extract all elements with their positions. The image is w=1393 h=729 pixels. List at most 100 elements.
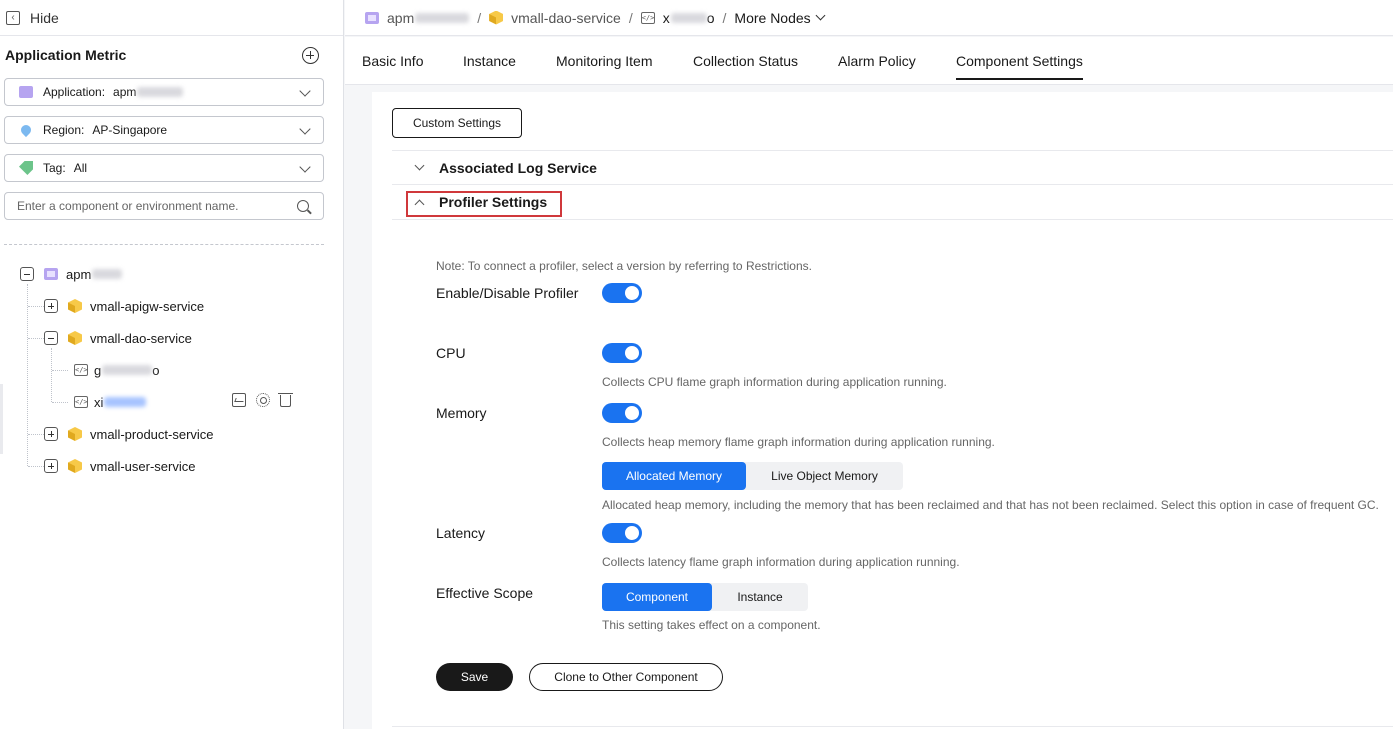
application-icon bbox=[365, 11, 379, 24]
save-button[interactable]: Save bbox=[436, 663, 513, 691]
cpu-toggle[interactable] bbox=[602, 343, 642, 363]
breadcrumb-service-label: vmall-dao-service bbox=[511, 9, 621, 26]
latency-label: Latency bbox=[436, 525, 486, 541]
tree-guide-line bbox=[52, 370, 68, 371]
service-cube-icon bbox=[489, 10, 504, 25]
expand-icon[interactable] bbox=[44, 299, 58, 313]
service-cube-icon bbox=[68, 459, 82, 473]
region-select-label: Region: bbox=[43, 123, 85, 137]
sidebar: ‹ Hide Application Metric Application: a… bbox=[0, 0, 344, 729]
tree-row-actions bbox=[232, 393, 293, 407]
tag-select[interactable]: Tag: All bbox=[4, 154, 324, 182]
effective-scope-label: Effective Scope bbox=[436, 585, 534, 601]
breadcrumb-service[interactable]: vmall-dao-service bbox=[489, 10, 621, 26]
tree-node-service[interactable]: vmall-product-service bbox=[44, 422, 214, 446]
collapse-icon[interactable] bbox=[44, 331, 58, 345]
tree-guide-line bbox=[28, 338, 44, 339]
redacted-text bbox=[137, 87, 184, 97]
chevron-down-icon bbox=[414, 160, 425, 171]
memory-label: Memory bbox=[436, 405, 487, 421]
monitor-icon[interactable] bbox=[232, 393, 246, 407]
memory-toggle[interactable] bbox=[602, 403, 642, 423]
tag-icon bbox=[19, 161, 33, 175]
scope-instance-option[interactable]: Instance bbox=[712, 583, 808, 611]
latency-toggle[interactable] bbox=[602, 523, 642, 543]
breadcrumb-app[interactable]: apm bbox=[365, 10, 470, 26]
tree-guide-line bbox=[52, 402, 68, 403]
custom-settings-button[interactable]: Custom Settings bbox=[392, 108, 522, 138]
effective-scope-selector: Component Instance bbox=[602, 583, 808, 611]
component-search-input[interactable] bbox=[5, 193, 285, 219]
application-icon bbox=[44, 268, 58, 280]
expand-icon[interactable] bbox=[44, 459, 58, 473]
clone-to-other-component-button[interactable]: Clone to Other Component bbox=[529, 663, 723, 691]
breadcrumb-separator: / bbox=[477, 9, 482, 26]
application-select[interactable]: Application: apm bbox=[4, 78, 324, 106]
tree-node-service[interactable]: vmall-dao-service bbox=[44, 326, 192, 350]
chevron-down-icon bbox=[299, 161, 311, 173]
collapse-left-icon: ‹ bbox=[6, 10, 20, 25]
search-icon[interactable] bbox=[297, 200, 309, 212]
redacted-text bbox=[102, 365, 153, 375]
breadcrumb-separator: / bbox=[628, 9, 633, 26]
location-pin-icon bbox=[18, 122, 34, 138]
tab-component-settings[interactable]: Component Settings bbox=[956, 37, 1083, 85]
enable-profiler-label: Enable/Disable Profiler bbox=[436, 285, 579, 301]
redacted-text bbox=[92, 269, 123, 279]
region-select[interactable]: Region: AP-Singapore bbox=[4, 116, 324, 144]
service-cube-icon bbox=[68, 427, 82, 441]
divider bbox=[392, 726, 1393, 727]
associated-log-section-header[interactable]: Associated Log Service bbox=[392, 150, 1393, 185]
breadcrumb-env-label: x bbox=[662, 9, 670, 26]
tree-node-label: g bbox=[94, 362, 102, 378]
gear-icon[interactable] bbox=[256, 393, 270, 407]
breadcrumb-environment[interactable]: </> x o bbox=[640, 9, 715, 26]
resize-handle[interactable] bbox=[0, 384, 3, 454]
expand-icon[interactable] bbox=[44, 427, 58, 441]
highlight-box bbox=[406, 191, 562, 217]
allocated-memory-option[interactable]: Allocated Memory bbox=[602, 462, 746, 490]
tab-collection-status[interactable]: Collection Status bbox=[693, 37, 798, 85]
scope-component-option[interactable]: Component bbox=[602, 583, 712, 611]
cpu-label: CPU bbox=[436, 345, 466, 361]
more-nodes-dropdown[interactable]: More Nodes bbox=[734, 9, 826, 26]
tab-bar: Basic Info Instance Monitoring Item Coll… bbox=[345, 37, 1393, 85]
tree-node-label: vmall-dao-service bbox=[90, 330, 192, 346]
associated-log-title: Associated Log Service bbox=[439, 159, 597, 176]
tree-node-service[interactable]: vmall-user-service bbox=[44, 454, 195, 478]
chevron-down-icon bbox=[299, 85, 311, 97]
add-circle-icon[interactable] bbox=[302, 47, 319, 64]
tree-node-service[interactable]: vmall-apigw-service bbox=[44, 294, 204, 318]
tree-node-environment[interactable]: </> g o bbox=[74, 358, 159, 382]
tree-node-root[interactable]: apm bbox=[20, 262, 123, 286]
code-icon: </> bbox=[74, 396, 88, 408]
toggle-knob bbox=[625, 526, 639, 540]
chevron-down-icon bbox=[299, 123, 311, 135]
tree-node-label: vmall-product-service bbox=[90, 426, 214, 442]
tree-node-environment-selected[interactable]: </> xi bbox=[74, 390, 147, 414]
sidebar-title: Application Metric bbox=[5, 47, 127, 63]
trash-icon[interactable] bbox=[278, 393, 293, 407]
hide-sidebar-button[interactable]: ‹ Hide bbox=[0, 0, 343, 36]
tree-guide-line bbox=[28, 434, 44, 435]
more-nodes-label: More Nodes bbox=[734, 9, 811, 26]
toggle-knob bbox=[625, 406, 639, 420]
application-select-label: Application: bbox=[43, 85, 106, 99]
tree-guide-line bbox=[27, 284, 28, 466]
tag-select-label: Tag: bbox=[43, 161, 66, 175]
component-settings-panel: Custom Settings Associated Log Service P… bbox=[372, 92, 1393, 729]
tab-alarm-policy[interactable]: Alarm Policy bbox=[838, 37, 916, 85]
latency-description: Collects latency flame graph information… bbox=[602, 555, 960, 569]
memory-type-selector: Allocated Memory Live Object Memory bbox=[602, 462, 903, 490]
chevron-down-icon bbox=[815, 10, 826, 21]
tree-node-label: xi bbox=[94, 394, 104, 410]
scope-description: This setting takes effect on a component… bbox=[602, 618, 821, 632]
tab-monitoring-item[interactable]: Monitoring Item bbox=[556, 37, 652, 85]
tab-basic-info[interactable]: Basic Info bbox=[362, 37, 423, 85]
tab-instance[interactable]: Instance bbox=[463, 37, 516, 85]
tree-node-label-suffix: o bbox=[152, 362, 160, 378]
enable-profiler-toggle[interactable] bbox=[602, 283, 642, 303]
collapse-icon[interactable] bbox=[20, 267, 34, 281]
live-object-memory-option[interactable]: Live Object Memory bbox=[746, 462, 903, 490]
memory-description: Collects heap memory flame graph informa… bbox=[602, 435, 995, 449]
